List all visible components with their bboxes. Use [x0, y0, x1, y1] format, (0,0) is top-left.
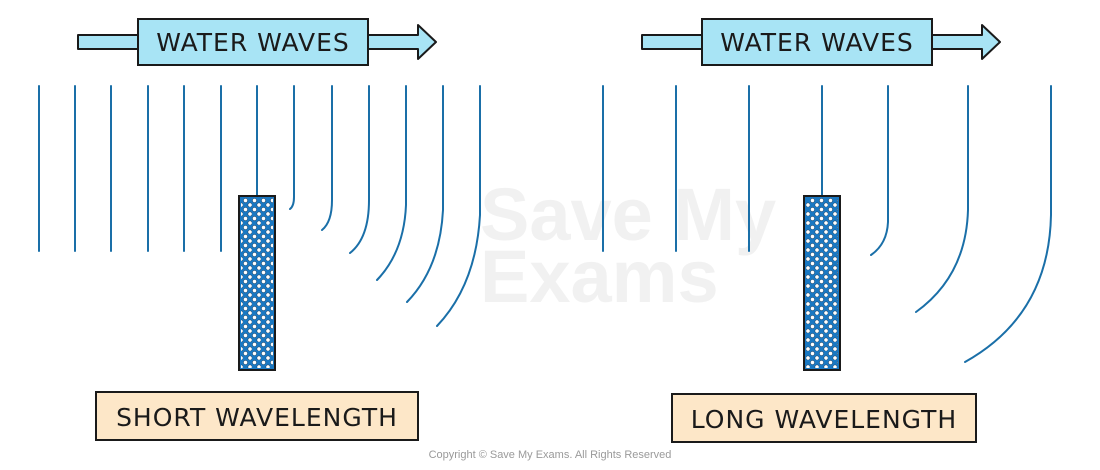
wavefront-diffracted — [321, 85, 333, 231]
wavefront-diffracted — [349, 85, 370, 254]
wavefront-diffracted — [376, 85, 407, 281]
wavefront-diffracted — [406, 85, 444, 303]
caption-label: SHORT WAVELENGTH — [116, 403, 398, 432]
wavefront-diffracted — [289, 85, 295, 210]
watermark: Save My Exams — [480, 173, 776, 318]
arrow-label: WATER WAVES — [156, 28, 350, 57]
wavefront-diffracted — [870, 85, 889, 256]
watermark-line-2: Exams — [480, 235, 719, 318]
barrier-right — [803, 195, 841, 371]
diffraction-diagram: Save My Exams WATER WAVES SHORT WAVELENG… — [38, 18, 1052, 443]
direction-arrow-right: WATER WAVES — [641, 18, 1001, 66]
panel-short-wavelength: WATER WAVES SHORT WAVELENGTH — [38, 18, 481, 441]
copyright-notice: Copyright © Save My Exams. All Rights Re… — [428, 449, 672, 461]
wavefront-diffracted — [915, 85, 969, 313]
wavefront-diffracted — [964, 85, 1052, 363]
caption-label: LONG WAVELENGTH — [691, 405, 957, 434]
barrier-left — [238, 195, 276, 371]
direction-arrow-left: WATER WAVES — [77, 18, 437, 66]
caption-right: LONG WAVELENGTH — [671, 393, 977, 443]
caption-left: SHORT WAVELENGTH — [95, 391, 419, 441]
arrow-label: WATER WAVES — [720, 28, 914, 57]
